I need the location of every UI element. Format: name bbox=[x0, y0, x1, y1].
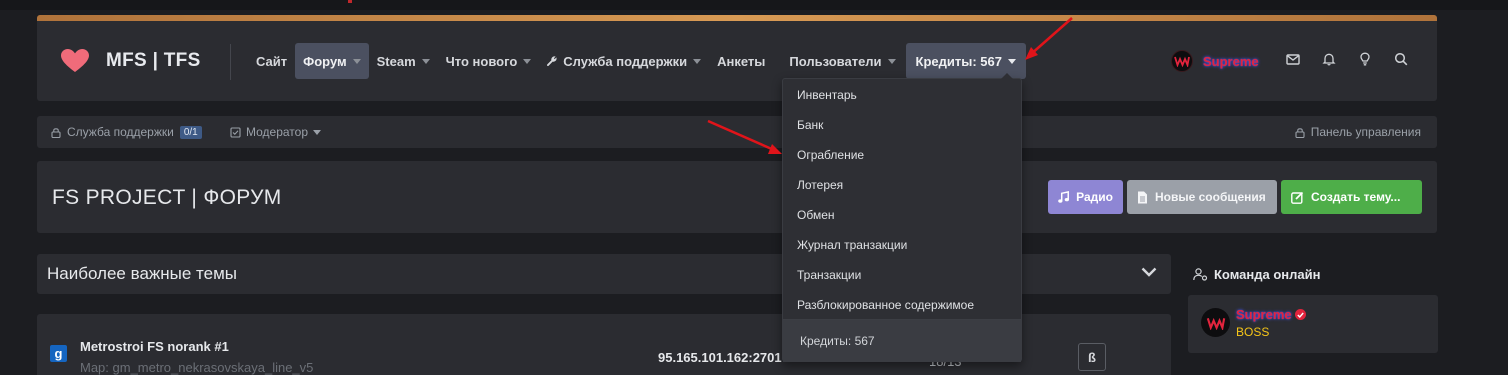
page-title-bar: FS PROJECT | ФОРУМ Радио Новые сообщения… bbox=[37, 161, 1437, 233]
chevron-down-icon[interactable] bbox=[523, 58, 532, 64]
staff-admin-panel-link[interactable]: Панель управления bbox=[1295, 125, 1421, 139]
server-button-glyph: ß bbox=[1088, 349, 1096, 365]
supreme-logo-icon bbox=[1174, 56, 1190, 67]
menu-item-lottery[interactable]: Лотерея bbox=[797, 178, 843, 192]
nav-item-support[interactable]: Служба поддержки bbox=[539, 43, 709, 79]
nav-item-steam[interactable]: Steam bbox=[369, 43, 438, 79]
document-icon bbox=[1138, 191, 1147, 203]
radio-button[interactable]: Радио bbox=[1048, 180, 1123, 214]
verified-badge-icon bbox=[1294, 309, 1306, 320]
nav-item-applications[interactable]: Анкеты bbox=[709, 43, 773, 79]
team-member-role: BOSS bbox=[1236, 325, 1270, 339]
server-map: Map: gm_metro_nekrasovskaya_line_v5 bbox=[80, 360, 314, 375]
lock-icon bbox=[1295, 127, 1305, 138]
panel-label: Панель управления bbox=[1310, 125, 1421, 139]
supreme-logo-icon bbox=[1206, 317, 1225, 330]
nav-label: Форум bbox=[303, 53, 347, 69]
nav-item-users[interactable]: Пользователи bbox=[781, 43, 903, 79]
team-member-name[interactable]: Supreme bbox=[1236, 307, 1306, 322]
top-red-mark bbox=[348, 0, 352, 3]
chevron-down-icon[interactable] bbox=[693, 58, 702, 64]
logo-text[interactable]: MFS | TFS bbox=[106, 50, 201, 72]
menu-item-unlocked-content[interactable]: Разблокированное содержимое bbox=[797, 298, 974, 312]
dropdown-pointer bbox=[1001, 73, 1013, 79]
menu-footer-credits: Кредиты: 567 bbox=[800, 334, 875, 348]
create-thread-label: Создать тему... bbox=[1311, 190, 1401, 204]
header-icons bbox=[1286, 52, 1408, 66]
top-strip bbox=[0, 0, 1508, 10]
user-menu[interactable]: Supreme bbox=[1171, 50, 1259, 72]
support-badge: 0/1 bbox=[179, 125, 202, 139]
new-posts-label: Новые сообщения bbox=[1155, 190, 1266, 204]
moderator-label: Модератор bbox=[246, 125, 309, 139]
header-divider bbox=[230, 44, 231, 80]
server-connect-button[interactable]: ß bbox=[1078, 343, 1106, 371]
menu-item-exchange[interactable]: Обмен bbox=[797, 208, 835, 222]
nav-item-forum[interactable]: Форум bbox=[295, 43, 369, 79]
menu-item-bank[interactable]: Банк bbox=[797, 118, 823, 132]
credits-dropdown-menu: Инвентарь Банк Ограбление Лотерея Обмен … bbox=[782, 73, 1022, 362]
team-online-box: Supreme BOSS bbox=[1188, 295, 1438, 353]
staff-bar: Служба поддержки 0/1 Модератор Панель уп… bbox=[37, 116, 1437, 148]
site-header: MFS | TFS Сайт Форум Steam Что нового Сл… bbox=[37, 15, 1437, 101]
edit-icon bbox=[1291, 191, 1304, 204]
chevron-down-icon[interactable] bbox=[1141, 266, 1157, 278]
main-nav: Сайт Форум Steam Что нового Служба подде… bbox=[248, 43, 1026, 79]
nav-label: Steam bbox=[376, 53, 416, 69]
chevron-down-icon[interactable] bbox=[421, 58, 430, 64]
header-accent-bar bbox=[37, 15, 1437, 21]
menu-item-robbery[interactable]: Ограбление bbox=[797, 148, 864, 162]
member-username[interactable]: Supreme bbox=[1236, 307, 1292, 322]
bell-icon[interactable] bbox=[1322, 52, 1336, 66]
nav-label: Анкеты bbox=[717, 53, 766, 69]
server-ip[interactable]: 95.165.101.162:2701 bbox=[658, 350, 782, 365]
menu-item-inventory[interactable]: Инвентарь bbox=[797, 88, 857, 102]
create-thread-button[interactable]: Создать тему... bbox=[1281, 180, 1422, 214]
server-name[interactable]: Metrostroi FS norank #1 bbox=[80, 339, 229, 354]
nav-label: Пользователи bbox=[789, 53, 882, 69]
wrench-icon bbox=[547, 56, 557, 66]
heart-logo-icon[interactable] bbox=[61, 49, 89, 73]
new-posts-button[interactable]: Новые сообщения bbox=[1127, 180, 1277, 214]
nav-label: Служба поддержки bbox=[563, 53, 688, 69]
avatar[interactable] bbox=[1171, 50, 1193, 72]
user-cog-icon bbox=[1193, 268, 1208, 281]
team-online-title: Команда онлайн bbox=[1193, 267, 1320, 282]
mail-icon[interactable] bbox=[1286, 52, 1300, 66]
team-title-label: Команда онлайн bbox=[1214, 267, 1321, 282]
nav-item-site[interactable]: Сайт bbox=[248, 43, 295, 79]
checkbox-icon bbox=[230, 126, 241, 138]
chevron-down-icon[interactable] bbox=[352, 58, 361, 64]
page-title: FS PROJECT | ФОРУМ bbox=[52, 186, 282, 209]
section-title: Наиболее важные темы bbox=[47, 264, 238, 283]
staff-support-link[interactable]: Служба поддержки 0/1 bbox=[51, 125, 202, 139]
username[interactable]: Supreme bbox=[1203, 54, 1259, 69]
chevron-down-icon[interactable] bbox=[1008, 58, 1016, 64]
lock-icon bbox=[51, 127, 61, 138]
menu-item-transaction-log[interactable]: Журнал транзакции bbox=[797, 238, 907, 252]
radio-label: Радио bbox=[1076, 190, 1113, 204]
staff-moderator-menu[interactable]: Модератор bbox=[230, 125, 322, 139]
menu-item-transactions[interactable]: Транзакции bbox=[797, 268, 861, 282]
nav-label: Кредиты: 567 bbox=[915, 53, 1002, 69]
menu-footer: Кредиты: 567 bbox=[783, 320, 1021, 362]
search-icon[interactable] bbox=[1394, 52, 1408, 66]
nav-item-whats-new[interactable]: Что нового bbox=[438, 43, 540, 79]
nav-label: Сайт bbox=[256, 53, 288, 69]
support-label: Служба поддержки bbox=[67, 125, 174, 139]
lightbulb-icon[interactable] bbox=[1358, 52, 1372, 66]
chevron-down-icon[interactable] bbox=[887, 58, 896, 64]
music-note-icon bbox=[1058, 190, 1069, 203]
nav-label: Что нового bbox=[445, 53, 518, 69]
gmod-icon: g bbox=[50, 345, 67, 362]
chevron-down-icon bbox=[313, 129, 322, 135]
avatar[interactable] bbox=[1201, 308, 1230, 337]
